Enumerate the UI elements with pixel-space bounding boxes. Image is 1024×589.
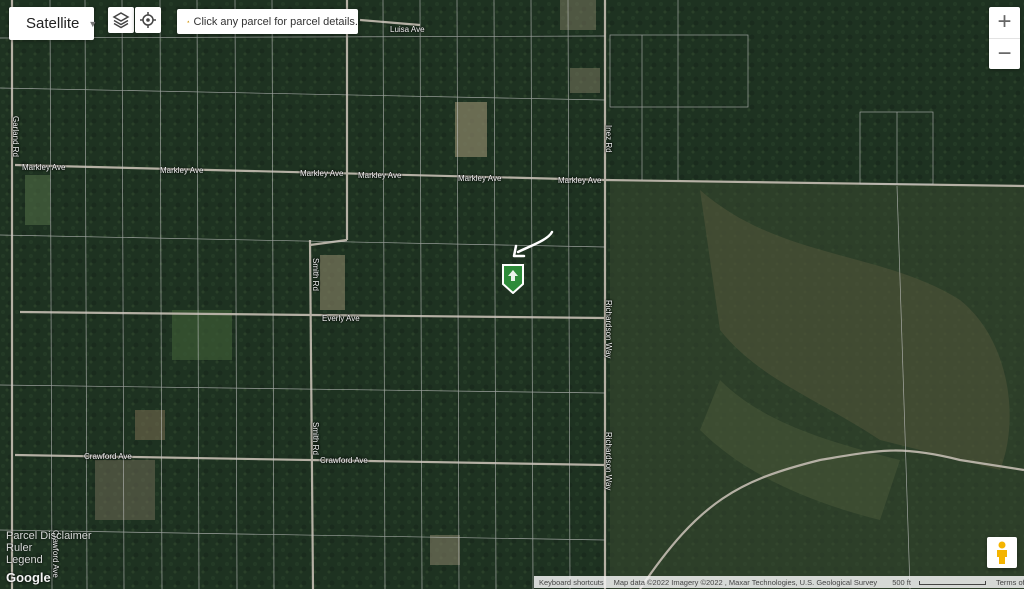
road-label-crawford-ave: Crawford Ave [320, 456, 368, 465]
scale-bar [918, 580, 986, 585]
zoom-out-button[interactable]: − [989, 39, 1020, 70]
zoom-in-button[interactable]: + [989, 7, 1020, 38]
road-label-smith-rd: Smith Rd [311, 258, 320, 291]
parcel-disclaimer-link[interactable]: Parcel Disclaimer [6, 530, 92, 542]
road-label-markley-ave: Markley Ave [22, 163, 66, 172]
road-label-markley-ave: Markley Ave [300, 169, 344, 178]
pegman-icon [997, 541, 1007, 564]
ruler-link[interactable]: Ruler [6, 542, 92, 554]
map-type-label: Satellite [26, 15, 80, 32]
scale-label: 500 ft [892, 577, 911, 587]
road-label-crawford-ave: Crawford Ave [84, 452, 132, 461]
map-canvas[interactable]: Luisa Ave Garland Rd Markley Ave Markley… [0, 0, 1024, 589]
warning-icon [187, 20, 190, 23]
layers-icon [112, 12, 130, 29]
satellite-imagery [0, 0, 1024, 589]
zoom-control: + − [989, 7, 1020, 69]
road-label-smith-rd: Smith Rd [311, 422, 320, 455]
terms-of-use-link[interactable]: Terms of Use [991, 578, 1024, 587]
keyboard-shortcuts-link[interactable]: Keyboard shortcuts [534, 578, 609, 587]
map-type-dropdown[interactable]: Satellite ▼ [9, 7, 98, 40]
attribution-bar: Keyboard shortcuts Map data ©2022 Imager… [534, 576, 1024, 588]
road-label-richardson-way: Richardson Way [604, 432, 613, 491]
locate-button[interactable] [135, 7, 161, 33]
road-label-markley-ave: Markley Ave [160, 166, 204, 175]
map-data-credit: Map data ©2022 Imagery ©2022 , Maxar Tec… [613, 577, 878, 587]
road-label-luisa-ave: Luisa Ave [390, 25, 425, 34]
caret-down-icon: ▼ [88, 18, 98, 29]
road-label-markley-ave: Markley Ave [458, 174, 502, 183]
road-label-everly-ave: Everly Ave [322, 314, 360, 323]
road-label-inez-rd: Inez Rd [604, 125, 613, 153]
scale-indicator[interactable]: 500 ft [882, 578, 991, 587]
layers-button[interactable] [108, 7, 134, 33]
parcel-marker-icon[interactable] [500, 262, 526, 294]
notice-text: Click any parcel for parcel details. [193, 15, 358, 28]
google-logo: Google [6, 570, 51, 585]
crosshair-icon [140, 12, 156, 28]
map-side-links: Parcel Disclaimer Ruler Legend [6, 530, 92, 566]
parcel-notice: Click any parcel for parcel details. [177, 9, 358, 34]
road-label-markley-ave: Markley Ave [558, 176, 602, 185]
road-label-markley-ave: Markley Ave [358, 171, 402, 180]
road-label-garland-rd: Garland Rd [11, 116, 20, 157]
street-view-pegman[interactable] [987, 537, 1017, 568]
road-label-richardson-way: Richardson Way [604, 300, 613, 359]
legend-link[interactable]: Legend [6, 554, 92, 566]
